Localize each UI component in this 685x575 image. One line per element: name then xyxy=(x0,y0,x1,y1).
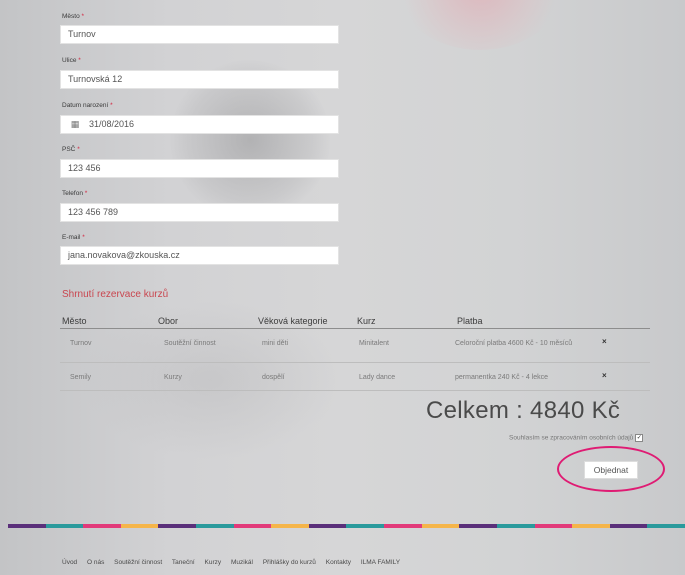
row2-field: Kurzy xyxy=(164,374,182,381)
zip-input[interactable]: 123 456 xyxy=(60,159,339,178)
footer-link-family[interactable]: ILMA FAMILY xyxy=(361,559,400,566)
header-age: Věková kategorie xyxy=(258,316,328,326)
footer-nav: Úvod O nás Soutěžní činnost Taneční Kurz… xyxy=(62,559,408,566)
row1-age: mini děti xyxy=(262,340,289,347)
footer-link-applications[interactable]: Přihlášky do kurzů xyxy=(263,559,316,566)
table-row-divider xyxy=(60,362,650,363)
stripe-segment xyxy=(496,524,535,528)
birthdate-value: 31/08/2016 xyxy=(89,119,135,129)
stripe-segment xyxy=(45,524,84,528)
footer-link-about[interactable]: O nás xyxy=(87,559,104,566)
email-input[interactable]: jana.novakova@zkouska.cz xyxy=(60,246,339,265)
color-stripe-divider xyxy=(8,524,685,528)
header-city: Město xyxy=(62,316,87,326)
consent-label: Souhlasím se zpracováním osobních údajů xyxy=(509,434,634,442)
stripe-segment xyxy=(647,524,685,528)
row1-remove-icon[interactable]: × xyxy=(602,337,607,346)
header-field: Obor xyxy=(158,316,179,326)
stripe-segment xyxy=(8,524,46,528)
row2-payment: permanentka 240 Kč - 4 lekce xyxy=(455,374,548,381)
stripe-segment xyxy=(83,524,121,528)
footer-link-musical[interactable]: Muzikál xyxy=(231,559,253,566)
email-label: E-mail * xyxy=(62,234,85,241)
table-header-divider xyxy=(60,328,650,329)
footer-link-home[interactable]: Úvod xyxy=(62,559,77,566)
footer-link-competition[interactable]: Soutěžní činnost xyxy=(114,559,162,566)
birthdate-label: Datum narození * xyxy=(62,102,113,109)
row2-remove-icon[interactable]: × xyxy=(602,371,607,380)
row2-course: Lady dance xyxy=(359,374,396,381)
stripe-segment xyxy=(534,524,573,528)
stripe-segment xyxy=(421,524,460,528)
footer-link-courses[interactable]: Kurzy xyxy=(205,559,222,566)
stripe-segment xyxy=(271,524,309,528)
stripe-segment xyxy=(346,524,385,528)
stripe-segment xyxy=(158,524,197,528)
row1-city: Turnov xyxy=(70,340,92,347)
table-row-divider xyxy=(60,390,650,391)
stripe-segment xyxy=(196,524,234,528)
stripe-segment xyxy=(120,524,159,528)
birthdate-input[interactable]: ▦ 31/08/2016 xyxy=(60,115,339,134)
row1-field: Soutěžní činnost xyxy=(164,340,216,347)
stripe-segment xyxy=(384,524,422,528)
summary-title: Shrnutí rezervace kurzů xyxy=(62,289,169,300)
stripe-segment xyxy=(308,524,347,528)
street-input[interactable]: Turnovská 12 xyxy=(60,70,339,89)
consent-row: Souhlasím se zpracováním osobních údajů ✓ xyxy=(509,434,644,442)
total-price: Celkem : 4840 Kč xyxy=(426,397,621,424)
row1-payment: Celoroční platba 4600 Kč - 10 měsíců xyxy=(455,340,573,347)
stripe-segment xyxy=(233,524,272,528)
background-circle-pink xyxy=(395,0,565,50)
city-input[interactable]: Turnov xyxy=(60,25,339,44)
order-button[interactable]: Objednat xyxy=(584,461,638,479)
stripe-segment xyxy=(459,524,497,528)
footer-link-dance[interactable]: Taneční xyxy=(172,559,195,566)
footer-link-contacts[interactable]: Kontakty xyxy=(326,559,351,566)
street-label: Ulice * xyxy=(62,57,81,64)
consent-checkbox[interactable]: ✓ xyxy=(635,434,644,442)
header-payment: Platba xyxy=(457,316,483,326)
stripe-segment xyxy=(572,524,610,528)
calendar-icon[interactable]: ▦ xyxy=(61,116,89,133)
city-label: Město * xyxy=(62,13,85,20)
phone-label: Telefon * xyxy=(62,190,88,197)
row1-course: Minitalent xyxy=(359,340,389,347)
stripe-segment xyxy=(609,524,648,528)
row2-age: dospělí xyxy=(262,374,285,381)
header-course: Kurz xyxy=(357,316,376,326)
zip-label: PSČ * xyxy=(62,146,80,153)
row2-city: Semily xyxy=(70,374,92,381)
phone-input[interactable]: 123 456 789 xyxy=(60,203,339,222)
